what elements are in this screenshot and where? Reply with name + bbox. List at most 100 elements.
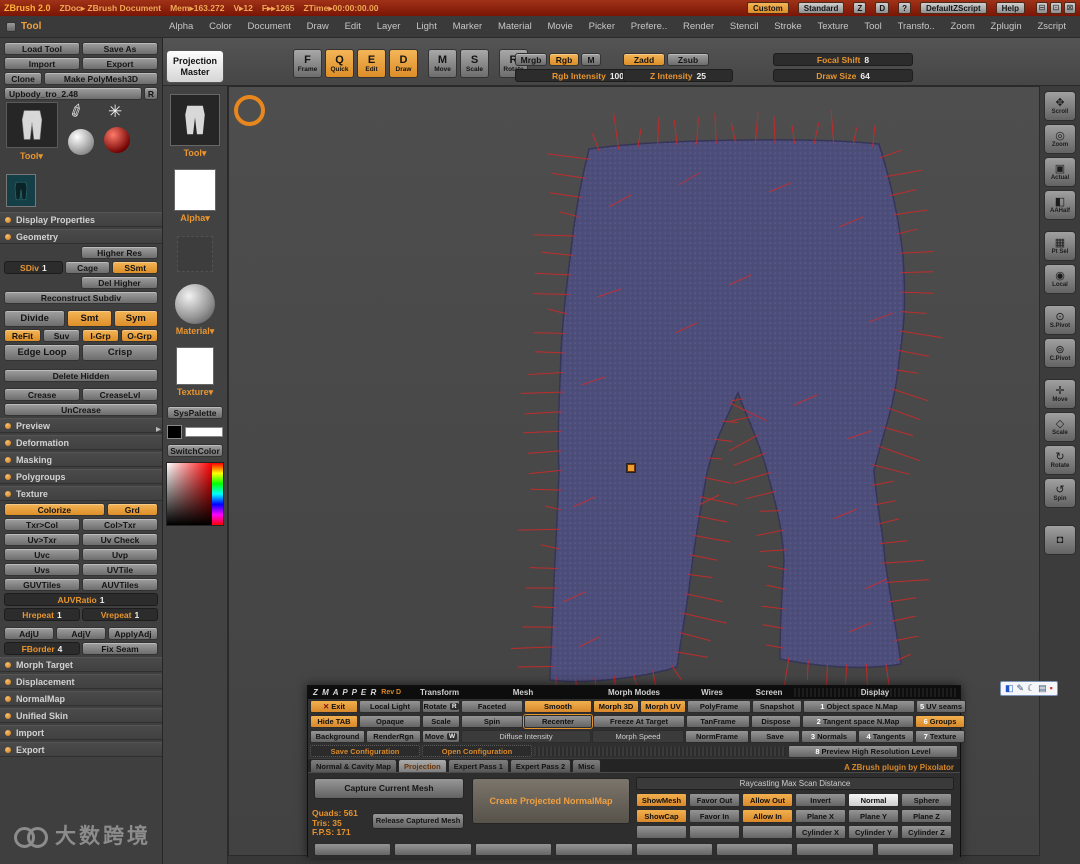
- z-button[interactable]: Z: [853, 2, 867, 14]
- hrepeat-slider[interactable]: Hrepeat 1: [4, 608, 80, 621]
- rgb-button[interactable]: Rgb: [549, 53, 579, 66]
- uv-seams-button[interactable]: 5 UV seams: [916, 700, 966, 713]
- edit-mode-button[interactable]: E Edit: [357, 49, 386, 78]
- tab-normal-cavity-map[interactable]: Normal & Cavity Map: [310, 759, 398, 772]
- tray-tool-label[interactable]: Tool▾: [184, 148, 207, 159]
- object-space-nmap-button[interactable]: 1 Object space N.Map: [803, 700, 915, 713]
- hide-tab-button[interactable]: Hide TAB: [310, 715, 358, 728]
- morph-3d-button[interactable]: Morph 3D: [593, 700, 639, 713]
- uvp-button[interactable]: Uvp: [82, 548, 158, 561]
- release-captured-mesh-button[interactable]: Release Captured Mesh: [372, 813, 464, 829]
- focal-shift-slider[interactable]: Focal Shift 8: [773, 53, 913, 66]
- rotate-button[interactable]: Rotate R: [422, 700, 460, 713]
- active-tool-name[interactable]: Upbody_tro_2.48: [4, 87, 142, 100]
- crease-button[interactable]: Crease: [4, 388, 80, 401]
- quick-mode-button[interactable]: Q Quick: [325, 49, 354, 78]
- spin-button[interactable]: ↺ Spin: [1044, 478, 1076, 508]
- menu-item-draw[interactable]: Draw: [307, 21, 329, 32]
- higher-res-button[interactable]: Higher Res: [81, 246, 158, 259]
- menu-item-preferences[interactable]: Prefere..: [631, 21, 667, 32]
- vrepeat-slider[interactable]: Vrepeat 1: [82, 608, 158, 621]
- smooth-button[interactable]: Smooth: [524, 700, 592, 713]
- clone-button[interactable]: Clone: [4, 72, 42, 85]
- menu-item-zscript[interactable]: Zscript: [1037, 21, 1066, 32]
- sphere-tool-white[interactable]: [68, 129, 94, 155]
- frame-mode-button[interactable]: F Frame: [293, 49, 322, 78]
- ime-language-icon[interactable]: ◧: [1005, 682, 1014, 695]
- ime-toolbar[interactable]: ◧ ✎ ☾ ▤ ▪: [1000, 681, 1058, 696]
- help-button[interactable]: Help: [995, 2, 1025, 14]
- default-zscript-button[interactable]: DefaultZScript: [919, 2, 987, 14]
- smt-button[interactable]: Smt: [67, 310, 112, 327]
- del-higher-button[interactable]: Del Higher: [81, 276, 158, 289]
- section-geometry[interactable]: Geometry: [0, 229, 162, 244]
- guvtiles-button[interactable]: GUVTiles: [4, 578, 80, 591]
- uv-check-button[interactable]: Uv Check: [82, 533, 158, 546]
- tray-texture-label[interactable]: Texture▾: [177, 387, 213, 398]
- ssmt-button[interactable]: SSmt: [112, 261, 159, 274]
- opaque-button[interactable]: Opaque: [359, 715, 421, 728]
- cylinder-z-button[interactable]: Cylinder Z: [901, 825, 952, 839]
- m-button[interactable]: M: [581, 53, 601, 66]
- d-button[interactable]: D: [875, 2, 890, 14]
- recent-tool-thumbnail[interactable]: [6, 174, 36, 207]
- tray-material-label[interactable]: Material▾: [176, 326, 215, 337]
- ime-keyboard-icon[interactable]: ▤: [1038, 682, 1047, 695]
- auvratio-slider[interactable]: AUVRatio 1: [4, 593, 158, 606]
- zoom-button[interactable]: ◎ Zoom: [1044, 124, 1076, 154]
- brush-tool-icon[interactable]: ✐: [66, 100, 87, 124]
- save-as-button[interactable]: Save As: [82, 42, 158, 55]
- restore-icon[interactable]: ⊡: [1050, 2, 1062, 14]
- zsub-button[interactable]: Zsub: [667, 53, 709, 66]
- load-tool-button[interactable]: Load Tool: [4, 42, 80, 55]
- color-picker[interactable]: [166, 462, 224, 526]
- uv-txr-button[interactable]: Uv>Txr: [4, 533, 80, 546]
- r-button[interactable]: R: [144, 87, 158, 100]
- crisp-button[interactable]: Crisp: [82, 344, 158, 361]
- edge-loop-button[interactable]: Edge Loop: [4, 344, 80, 361]
- tab-projection[interactable]: Projection: [398, 759, 447, 772]
- diffuse-intensity-slider[interactable]: Diffuse Intensity: [461, 730, 591, 743]
- ogrp-button[interactable]: O-Grp: [121, 329, 158, 342]
- minimize-icon[interactable]: ⊟: [1036, 2, 1048, 14]
- section-deformation[interactable]: Deformation: [0, 435, 162, 450]
- adju-button[interactable]: AdjU: [4, 627, 54, 640]
- standard-ui-button[interactable]: Standard: [797, 2, 845, 14]
- suv-button[interactable]: Suv: [43, 329, 80, 342]
- local-button[interactable]: ◉ Local: [1044, 264, 1076, 294]
- save-button[interactable]: Save: [750, 730, 800, 743]
- uvs-button[interactable]: Uvs: [4, 563, 80, 576]
- polyframe-button[interactable]: PolyFrame: [687, 700, 751, 713]
- fix-seam-button[interactable]: Fix Seam: [82, 642, 158, 655]
- sphere-button[interactable]: Sphere: [901, 793, 952, 807]
- sym-button[interactable]: Sym: [113, 310, 159, 327]
- preview-high-resolution-button[interactable]: 8 Preview High Resolution Level: [788, 744, 958, 758]
- auvtiles-button[interactable]: AUVTiles: [82, 578, 158, 591]
- pants-mesh[interactable]: [549, 139, 906, 683]
- tray-alpha-label[interactable]: Alpha▾: [180, 213, 210, 224]
- section-morph-target[interactable]: Morph Target: [0, 657, 162, 672]
- c-pivot-button[interactable]: ⊚ C.Pivot: [1044, 338, 1076, 368]
- syspalette-button[interactable]: SysPalette: [167, 406, 223, 419]
- move-button[interactable]: Move W: [422, 730, 460, 743]
- menu-item-texture[interactable]: Texture: [817, 21, 848, 32]
- tray-alpha-thumbnail[interactable]: [174, 169, 216, 211]
- section-polygroups[interactable]: Polygroups: [0, 469, 162, 484]
- txr-col-button[interactable]: Txr>Col: [4, 518, 80, 531]
- groups-button[interactable]: 6 Groups: [915, 715, 965, 728]
- morph-speed-slider[interactable]: Morph Speed: [592, 730, 684, 743]
- ime-status-icon[interactable]: ▪: [1050, 682, 1053, 695]
- menu-item-transform[interactable]: Transfo..: [898, 21, 935, 32]
- make-polymesh3d-button[interactable]: Make PolyMesh3D: [44, 72, 158, 85]
- allow-in-button[interactable]: Allow In: [742, 809, 793, 823]
- tab-expert-pass-2[interactable]: Expert Pass 2: [509, 759, 572, 772]
- export-button[interactable]: Export: [82, 57, 158, 70]
- question-help-button[interactable]: ?: [898, 2, 911, 14]
- showmesh-button[interactable]: ShowMesh: [636, 793, 687, 807]
- menu-item-stroke[interactable]: Stroke: [774, 21, 801, 32]
- col-txr-button[interactable]: Col>Txr: [82, 518, 158, 531]
- draw-mode-button[interactable]: D Draw: [389, 49, 418, 78]
- draw-size-slider[interactable]: Draw Size 64: [773, 69, 913, 82]
- menu-item-marker[interactable]: Marker: [453, 21, 483, 32]
- scale-button[interactable]: Scale: [422, 715, 460, 728]
